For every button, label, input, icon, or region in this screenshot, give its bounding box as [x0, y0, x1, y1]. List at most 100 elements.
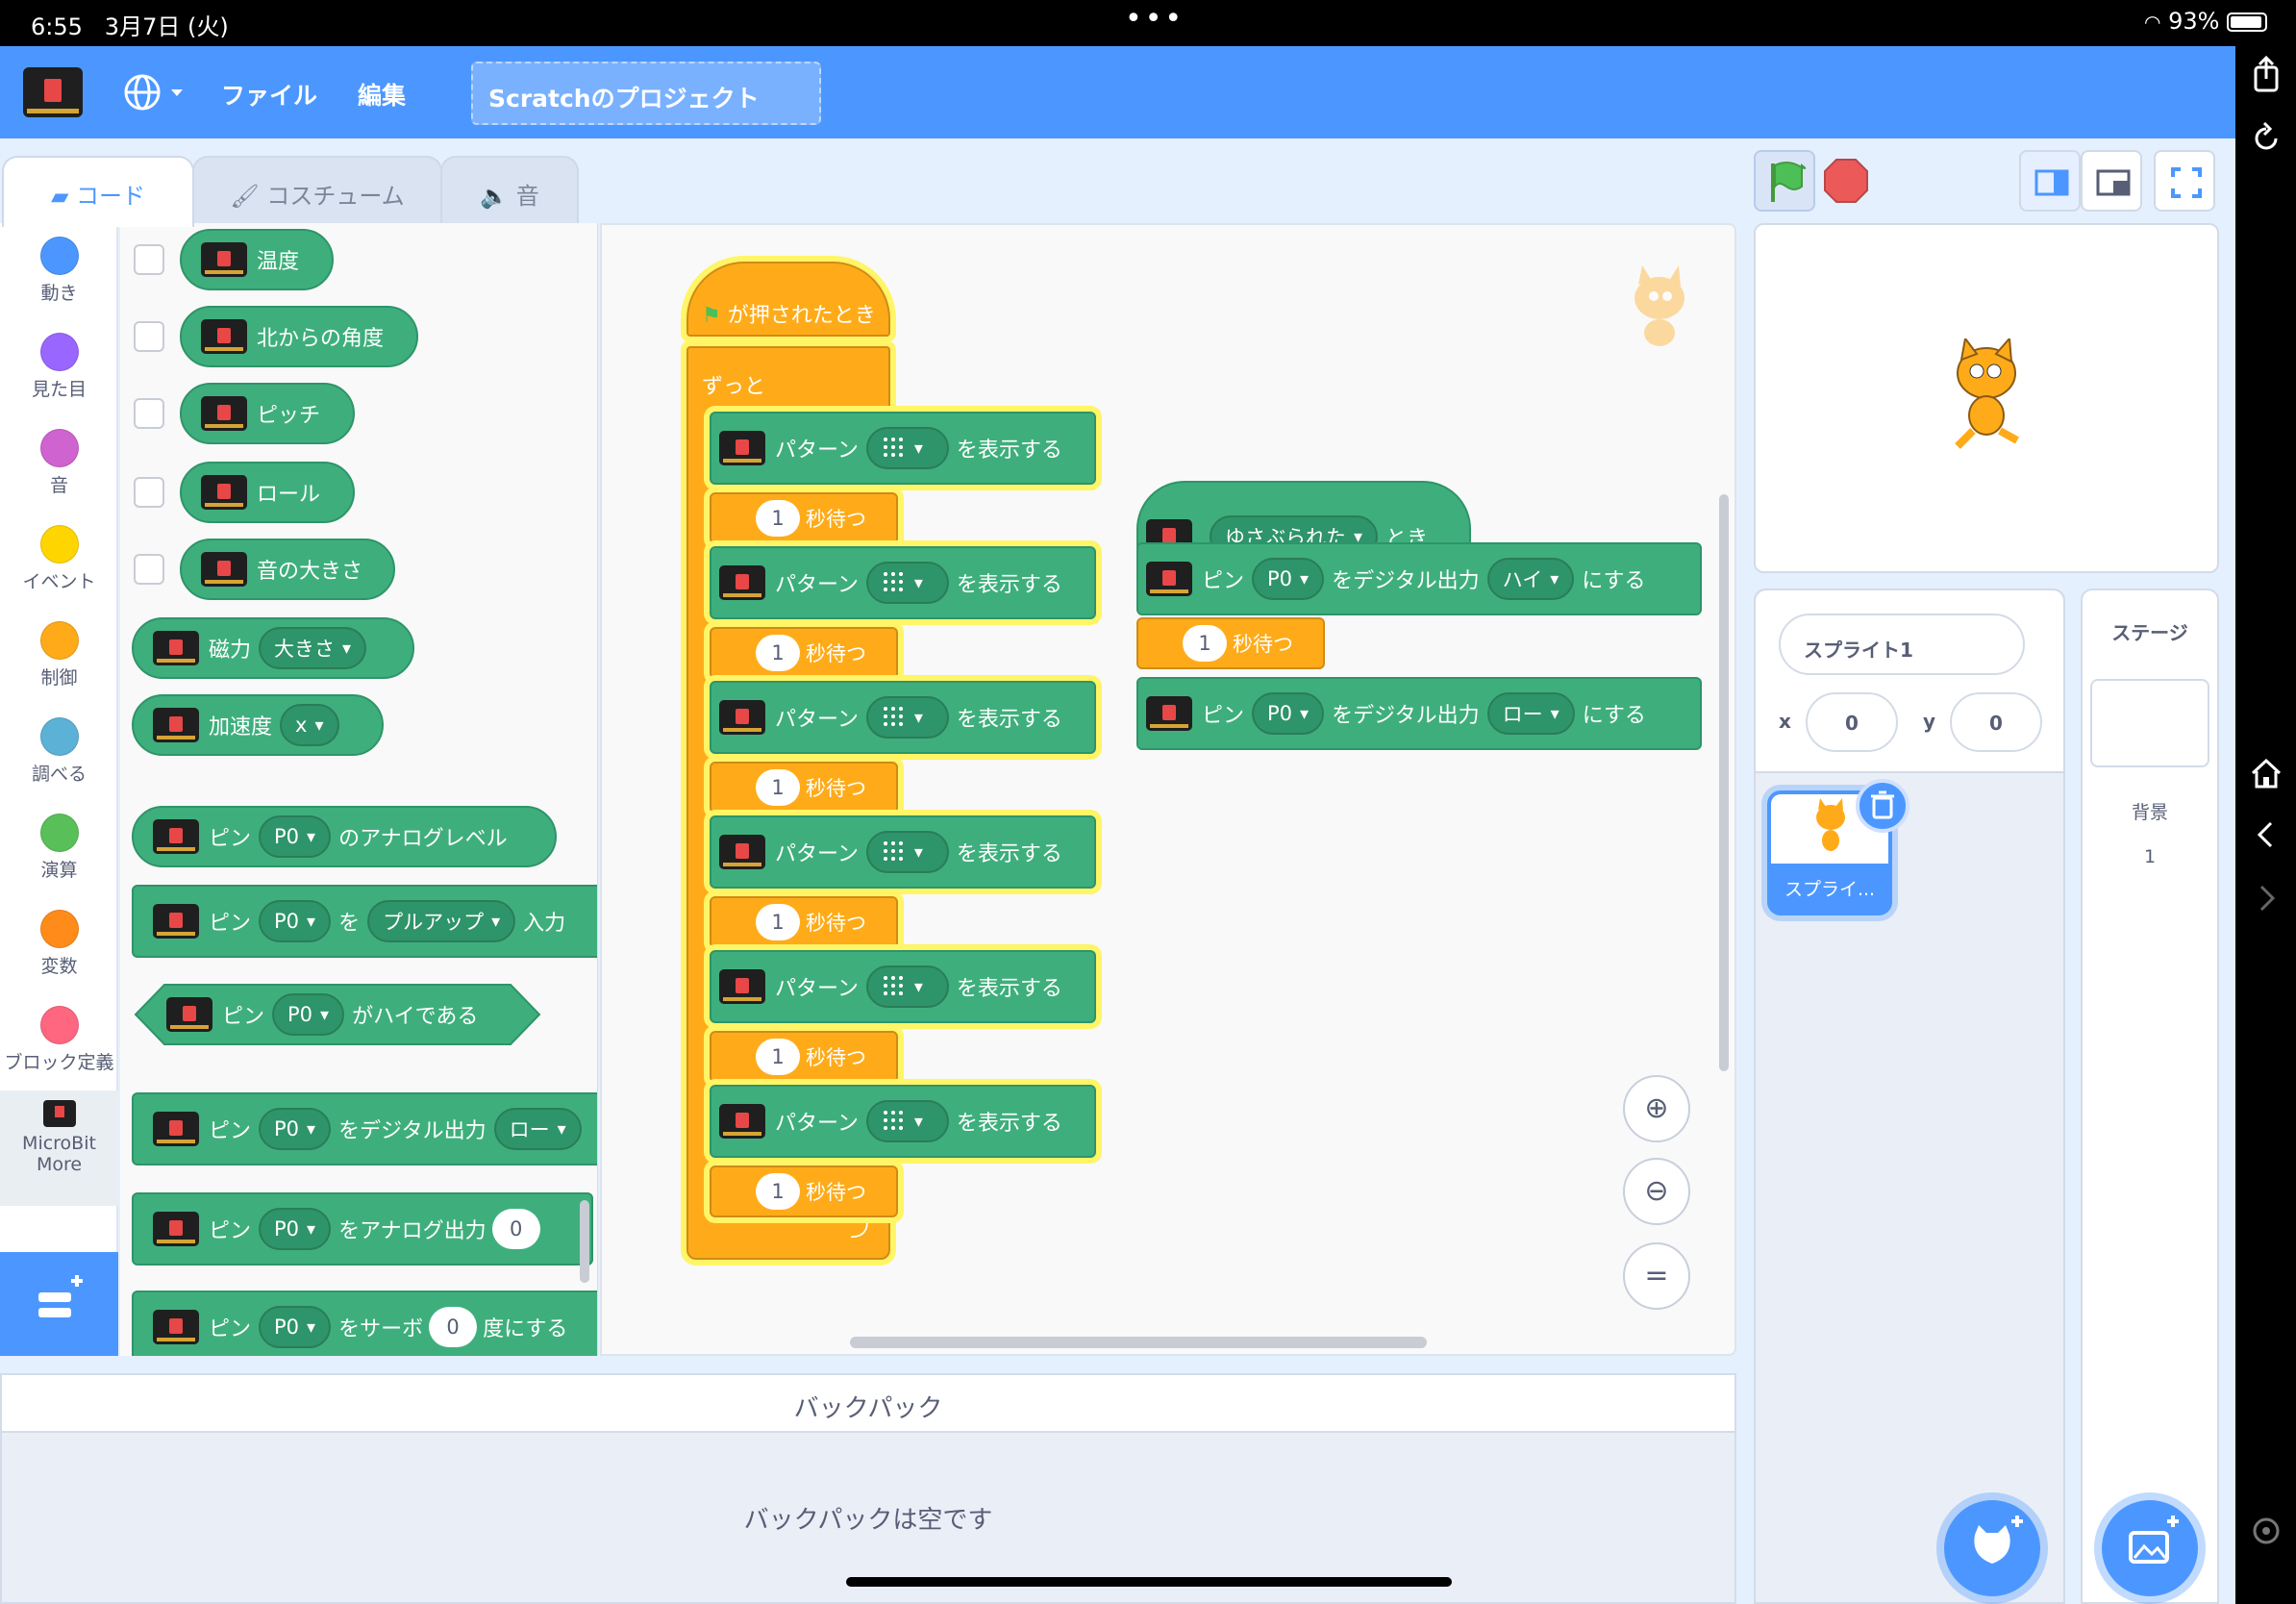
wait-block[interactable]: 1 秒待つ [710, 1165, 898, 1217]
pin-dropdown[interactable]: P0 [1252, 558, 1325, 600]
back-icon[interactable] [2245, 814, 2287, 856]
home-icon[interactable] [2245, 752, 2287, 794]
block-magnetic-force[interactable]: 磁力 大きさ [132, 617, 414, 679]
monitor-checkbox[interactable] [134, 477, 164, 508]
pin-dropdown[interactable]: P0 [259, 900, 332, 942]
tab-code[interactable]: ▰ コード [2, 156, 194, 227]
block-pin-is-high[interactable]: ピンP0がハイである [134, 983, 541, 1046]
wait-block[interactable]: 1 秒待つ [710, 762, 898, 814]
stop-button[interactable] [1823, 158, 1869, 204]
category-microbit-more[interactable]: MicroBit More [0, 1090, 118, 1206]
pattern-dropdown[interactable] [865, 1100, 949, 1142]
category-sensing[interactable]: 調べる [0, 717, 118, 786]
pin-dropdown[interactable]: P0 [259, 815, 332, 858]
palette-scrollbar[interactable] [580, 1200, 589, 1283]
zoom-out-button[interactable]: ⊖ [1623, 1158, 1690, 1225]
category-events[interactable]: イベント [0, 525, 118, 593]
block-roll[interactable]: ロール [180, 462, 355, 523]
level-dropdown[interactable]: ロー [493, 1108, 582, 1150]
magnetic-option-dropdown[interactable]: 大きさ [259, 627, 367, 669]
block-temperature[interactable]: 温度 [180, 229, 334, 290]
edit-menu[interactable]: 編集 [358, 77, 406, 112]
block-analog-output[interactable]: ピンP0をアナログ出力0 [132, 1192, 593, 1266]
category-control[interactable]: 制御 [0, 621, 118, 689]
pin-dropdown[interactable]: P0 [272, 993, 345, 1036]
code-workspace[interactable]: ⚑ が押されたとき ずっと ⤴ パターンを表示する 1秒待つ パターンを表示する… [600, 223, 1736, 1356]
digital-output-high-block[interactable]: ピンP0をデジタル出力ハイにする [1136, 542, 1702, 615]
show-pattern-block[interactable]: パターンを表示する [710, 950, 1096, 1023]
wait-block[interactable]: 1 秒待つ [710, 627, 898, 679]
wait-seconds-input[interactable]: 1 [1183, 625, 1227, 662]
when-flag-clicked-block[interactable]: ⚑ が押されたとき [686, 262, 890, 337]
wait-seconds-input[interactable]: 1 [756, 1173, 800, 1210]
home-indicator[interactable] [846, 1577, 1452, 1587]
tab-sound[interactable]: 🔈 音 [440, 156, 579, 225]
pattern-dropdown[interactable] [865, 427, 949, 469]
category-variables[interactable]: 変数 [0, 910, 118, 978]
digital-output-low-block[interactable]: ピンP0をデジタル出力ローにする [1136, 677, 1702, 750]
wait-block[interactable]: 1 秒待つ [710, 492, 898, 544]
zoom-reset-button[interactable]: = [1623, 1242, 1690, 1310]
block-pin-pull[interactable]: ピンP0をプルアップ入力 [132, 885, 597, 958]
language-menu[interactable] [123, 71, 190, 113]
block-digital-output[interactable]: ピンP0をデジタル出力ロー [132, 1092, 597, 1165]
wait-seconds-input[interactable]: 1 [756, 769, 800, 806]
x-input[interactable]: 0 [1806, 692, 1898, 752]
share-icon[interactable] [2245, 54, 2287, 96]
multitask-dots-icon[interactable]: ••• [1125, 2, 1185, 36]
show-pattern-block[interactable]: パターンを表示する [710, 546, 1096, 619]
wait-seconds-input[interactable]: 1 [756, 635, 800, 671]
category-sound[interactable]: 音 [0, 429, 118, 497]
category-motion[interactable]: 動き [0, 237, 118, 305]
green-flag-button[interactable] [1754, 150, 1815, 212]
block-servo[interactable]: ピンP0をサーボ0度にする [132, 1291, 597, 1356]
accel-axis-dropdown[interactable]: x [280, 704, 339, 746]
fullscreen-button[interactable] [2154, 150, 2215, 212]
wait-block[interactable]: 1 秒待つ [1136, 617, 1325, 669]
wait-seconds-input[interactable]: 1 [756, 904, 800, 940]
backdrop-thumbnail[interactable] [2090, 679, 2209, 767]
workspace-horizontal-scrollbar[interactable] [850, 1337, 1427, 1348]
block-pitch[interactable]: ピッチ [180, 383, 355, 444]
file-menu[interactable]: ファイル [221, 77, 317, 112]
show-pattern-block[interactable]: パターンを表示する [710, 412, 1096, 485]
tab-costume[interactable]: 🖌 コスチューム [192, 156, 442, 225]
block-acceleration[interactable]: 加速度 x [132, 694, 384, 756]
pattern-dropdown[interactable] [865, 831, 949, 873]
settings-gear-icon[interactable] [2245, 1510, 2287, 1552]
stage-target-pane[interactable]: ステージ 背景 1 [2081, 589, 2219, 1604]
wait-block[interactable]: 1 秒待つ [710, 896, 898, 948]
backpack-header[interactable]: バックパック [2, 1375, 1734, 1433]
pin-dropdown[interactable]: P0 [259, 1208, 332, 1250]
zoom-in-button[interactable]: ⊕ [1623, 1075, 1690, 1142]
analog-value-input[interactable]: 0 [491, 1209, 540, 1249]
small-stage-button[interactable] [2019, 150, 2081, 212]
monitor-checkbox[interactable] [134, 244, 164, 275]
wait-block[interactable]: 1 秒待つ [710, 1031, 898, 1083]
monitor-checkbox[interactable] [134, 554, 164, 585]
reload-icon[interactable] [2245, 117, 2287, 160]
pin-dropdown[interactable]: P0 [1252, 692, 1325, 735]
category-my-blocks[interactable]: ブロック定義 [0, 1006, 118, 1074]
project-title-input[interactable]: Scratchのプロジェクト [471, 62, 821, 125]
level-dropdown[interactable]: ロー [1486, 692, 1575, 735]
pattern-dropdown[interactable] [865, 965, 949, 1008]
forward-icon[interactable] [2245, 877, 2287, 919]
pull-mode-dropdown[interactable]: プルアップ [367, 900, 516, 942]
show-pattern-block[interactable]: パターンを表示する [710, 681, 1096, 754]
pin-dropdown[interactable]: P0 [259, 1108, 332, 1150]
block-loudness[interactable]: 音の大きさ [180, 539, 395, 600]
stage-canvas[interactable] [1754, 223, 2219, 573]
show-pattern-block[interactable]: パターンを表示する [710, 1085, 1096, 1158]
block-heading[interactable]: 北からの角度 [180, 306, 418, 367]
show-pattern-block[interactable]: パターンを表示する [710, 815, 1096, 889]
pin-dropdown[interactable]: P0 [259, 1306, 332, 1348]
category-looks[interactable]: 見た目 [0, 333, 118, 401]
choose-backdrop-button[interactable] [2102, 1500, 2198, 1596]
sprite-name-input[interactable]: スプライト1 [1779, 614, 2025, 675]
category-operators[interactable]: 演算 [0, 814, 118, 882]
large-stage-button[interactable] [2081, 150, 2142, 212]
delete-sprite-button[interactable] [1856, 779, 1909, 833]
pattern-dropdown[interactable] [865, 562, 949, 604]
microbit-logo-icon[interactable] [23, 67, 83, 117]
